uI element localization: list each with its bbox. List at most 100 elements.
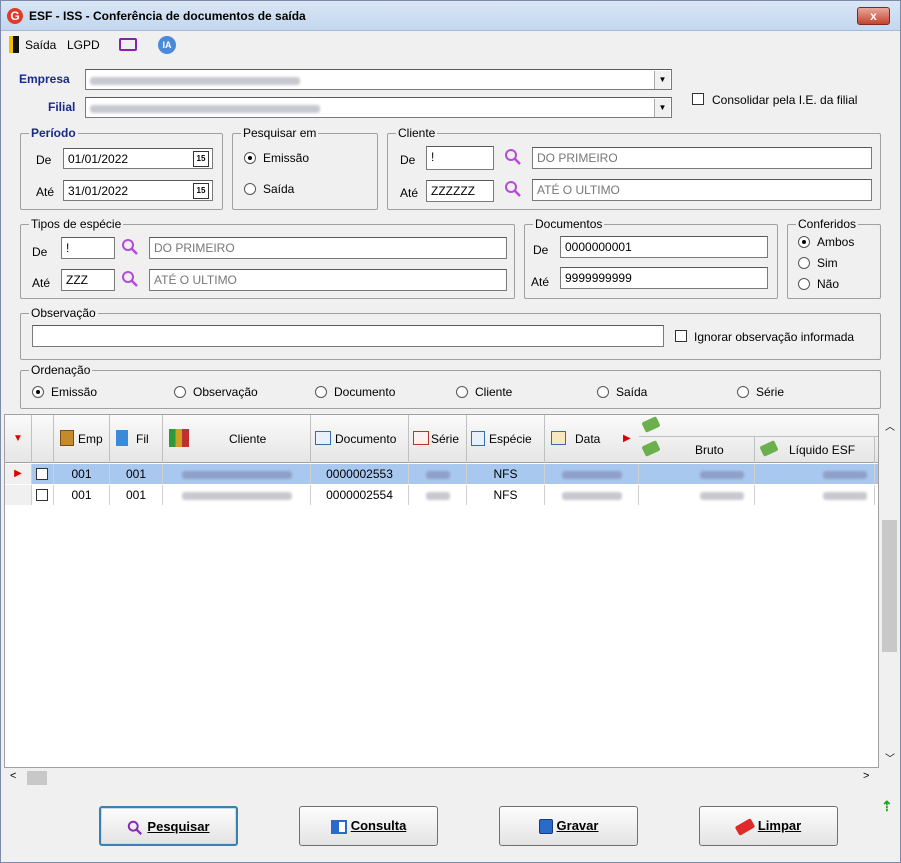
cell-fil[interactable]: 001 [110, 485, 163, 505]
ia-button[interactable]: IA [158, 36, 176, 54]
cell-bruto[interactable] [639, 464, 755, 484]
vertical-scroll-thumb[interactable] [882, 520, 897, 652]
calendar-icon[interactable]: 15 [193, 151, 209, 167]
radio-ord-documento[interactable] [315, 386, 327, 398]
cell-especie[interactable]: NFS [467, 485, 545, 505]
chevron-down-icon[interactable]: ▼ [654, 71, 670, 89]
row-checkbox[interactable] [36, 468, 48, 480]
header-serie-label: Série [431, 432, 460, 446]
radio-saida[interactable] [244, 183, 256, 195]
radio-ambos[interactable] [798, 236, 810, 248]
company-icon [60, 430, 74, 446]
scroll-right-arrow-icon[interactable]: ▶ [623, 415, 631, 463]
cell-data[interactable] [545, 485, 639, 505]
scroll-down-icon[interactable]: ﹀ [885, 750, 895, 765]
documentos-de-input[interactable]: 0000000001 [560, 236, 768, 258]
row-checkbox[interactable] [36, 489, 48, 501]
radio-ord-emissao[interactable] [32, 386, 44, 398]
cell-serie[interactable] [409, 464, 467, 484]
header-valores-group [639, 415, 878, 437]
header-especie[interactable]: Espécie [467, 415, 545, 463]
radio-ord-saida[interactable] [597, 386, 609, 398]
radio-sim-label: Sim [817, 256, 838, 270]
cell-especie[interactable]: NFS [467, 464, 545, 484]
exit-icon[interactable] [9, 36, 19, 53]
cell-documento[interactable]: 0000002554 [311, 485, 409, 505]
cliente-de-input[interactable]: ! [426, 146, 494, 170]
header-documento[interactable]: Documento [311, 415, 409, 463]
cell-liquido[interactable] [755, 464, 875, 484]
periodo-de-input[interactable]: 01/01/2022 15 [63, 148, 213, 169]
menu-exit[interactable]: Saída [25, 38, 56, 52]
ignorar-observacao-checkbox[interactable] [675, 330, 687, 342]
gravar-button[interactable]: Gravar [499, 806, 638, 846]
search-icon[interactable] [504, 180, 522, 198]
scroll-left-icon[interactable]: < [10, 770, 16, 782]
empresa-select[interactable]: ▼ [85, 69, 672, 90]
close-button[interactable]: x [857, 7, 890, 25]
search-icon[interactable] [121, 270, 139, 288]
tipos-de-value: ! [66, 241, 70, 255]
cell-documento[interactable]: 0000002553 [311, 464, 409, 484]
consolidar-checkbox[interactable] [692, 93, 704, 105]
periodo-de-label: De [36, 153, 52, 167]
cell-fil[interactable]: 001 [110, 464, 163, 484]
sort-down-icon[interactable]: ▼ [13, 415, 23, 463]
cell-liquido[interactable] [755, 485, 875, 505]
cell-cliente[interactable] [163, 485, 311, 505]
header-fil[interactable]: Fil [110, 415, 163, 463]
vertical-scrollbar[interactable]: ︿ ﹀ [879, 414, 900, 768]
cliente-group: Cliente De ! DO PRIMEIRO Até ZZZZZZ ATÉ … [387, 126, 881, 210]
cell-serie[interactable] [409, 485, 467, 505]
radio-nao[interactable] [798, 278, 810, 290]
radio-ord-serie[interactable] [737, 386, 749, 398]
title-bar: G ESF - ISS - Conferência de documentos … [1, 1, 900, 31]
calendar-icon [551, 431, 566, 445]
tipos-ate-desc: ATÉ O ULTIMO [149, 269, 507, 291]
scroll-up-icon[interactable]: ︿ [885, 418, 895, 433]
horizontal-scrollbar[interactable]: < > [4, 768, 879, 788]
scroll-to-top-icon[interactable]: ⇡ [881, 798, 893, 815]
table-row[interactable]: 001 001 0000002554 NFS [5, 485, 878, 505]
header-data[interactable]: Data ▶ [545, 415, 637, 463]
header-emp[interactable]: Emp [54, 415, 110, 463]
cliente-ate-input[interactable]: ZZZZZZ [426, 180, 494, 202]
radio-ord-observacao[interactable] [174, 386, 186, 398]
radio-emissao[interactable] [244, 152, 256, 164]
header-bruto[interactable]: Bruto [639, 437, 755, 463]
tipos-de-input[interactable]: ! [61, 237, 115, 259]
cell-emp[interactable]: 001 [54, 485, 110, 505]
horizontal-scroll-thumb[interactable] [27, 771, 47, 785]
table-row[interactable]: ▶ 001 001 0000002553 NFS [5, 464, 878, 484]
pesquisar-button[interactable]: Pesquisar [99, 806, 238, 846]
tipos-ate-input[interactable]: ZZZ [61, 269, 115, 291]
header-liquido[interactable]: Líquido ESF [755, 437, 875, 463]
cell-emp[interactable]: 001 [54, 464, 110, 484]
observacao-input[interactable] [32, 325, 664, 347]
radio-sim[interactable] [798, 257, 810, 269]
search-icon[interactable] [121, 238, 139, 256]
tipos-ate-desc-text: ATÉ O ULTIMO [154, 273, 237, 287]
search-icon [128, 820, 143, 835]
cell-bruto[interactable] [639, 485, 755, 505]
observacao-group: Observação Ignorar observação informada [20, 306, 881, 360]
header-cliente[interactable]: Cliente [163, 415, 311, 463]
cell-data[interactable] [545, 464, 639, 484]
save-icon [538, 819, 553, 835]
header-serie[interactable]: Série [409, 415, 467, 463]
search-icon[interactable] [504, 148, 522, 166]
scroll-right-icon[interactable]: > [863, 770, 869, 782]
limpar-button[interactable]: Limpar [699, 806, 838, 846]
documentos-de-label: De [533, 243, 549, 257]
documentos-ate-input[interactable]: 9999999999 [560, 267, 768, 289]
cell-cliente[interactable] [163, 464, 311, 484]
filial-select[interactable]: ▼ [85, 97, 672, 118]
row-indicator [5, 485, 32, 505]
menu-lgpd[interactable]: LGPD [67, 38, 100, 52]
periodo-ate-input[interactable]: 31/01/2022 15 [63, 180, 213, 201]
calendar-icon[interactable]: 15 [193, 183, 209, 199]
monitor-icon[interactable] [119, 38, 137, 51]
consulta-button[interactable]: Consulta [299, 806, 438, 846]
radio-ord-cliente[interactable] [456, 386, 468, 398]
chevron-down-icon[interactable]: ▼ [654, 99, 670, 117]
